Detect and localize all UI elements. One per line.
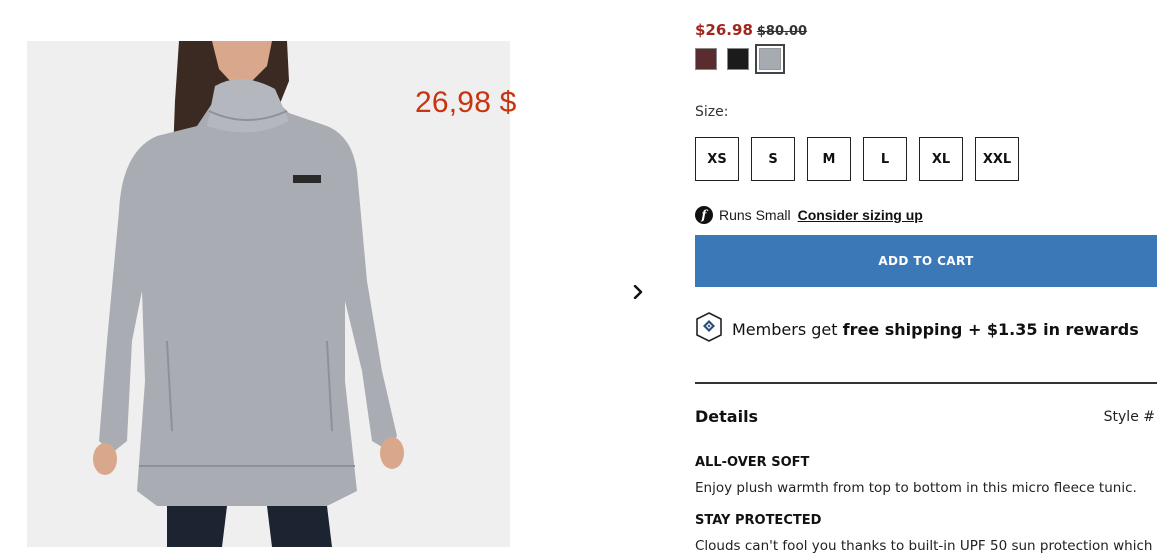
- size-s-button[interactable]: S: [751, 137, 795, 181]
- image-price-overlay: 26,98 $: [415, 86, 517, 119]
- size-label: Size:: [695, 104, 729, 120]
- sale-price: $26.98: [695, 21, 753, 39]
- fit-predictor: f Runs Small Consider sizing up: [695, 206, 923, 224]
- size-options: XS S M L XL XXL: [695, 137, 1019, 181]
- original-price: $80.00: [756, 24, 808, 39]
- feature-heading: STAY PROTECTED: [695, 513, 822, 528]
- product-page: 26,98 $ $26.98 $80.00 Size: XS S M L XL …: [0, 0, 1157, 559]
- style-number-label: Style #: [1103, 409, 1155, 425]
- members-prefix: Members get: [732, 319, 838, 339]
- rewards-badge-icon: [695, 312, 723, 346]
- details-heading[interactable]: Details: [695, 407, 758, 426]
- swatch-grey[interactable]: [755, 44, 785, 74]
- consider-sizing-up-link[interactable]: Consider sizing up: [798, 207, 923, 223]
- swatch-burgundy[interactable]: [695, 48, 717, 70]
- size-xl-button[interactable]: XL: [919, 137, 963, 181]
- fit-text: Runs Small: [719, 207, 791, 223]
- swatch-black[interactable]: [727, 48, 749, 70]
- divider: [695, 382, 1157, 384]
- feature-text: Clouds can't fool you thanks to built-in…: [695, 538, 1157, 554]
- color-swatches: [695, 44, 785, 74]
- size-l-button[interactable]: L: [863, 137, 907, 181]
- feature-text: Enjoy plush warmth from top to bottom in…: [695, 480, 1137, 496]
- chevron-right-icon[interactable]: [628, 281, 648, 303]
- price-row: $26.98 $80.00: [695, 21, 807, 39]
- members-benefit: free shipping + $1.35 in rewards: [842, 319, 1139, 339]
- product-info: $26.98 $80.00 Size: XS S M L XL XXL f Ru…: [695, 0, 1157, 559]
- fit-predictor-icon: f: [695, 206, 713, 224]
- size-xs-button[interactable]: XS: [695, 137, 739, 181]
- feature-heading: ALL-OVER SOFT: [695, 455, 810, 470]
- add-to-cart-button[interactable]: ADD TO CART: [695, 235, 1157, 287]
- members-rewards: Members get free shipping + $1.35 in rew…: [695, 312, 1139, 346]
- size-m-button[interactable]: M: [807, 137, 851, 181]
- size-xxl-button[interactable]: XXL: [975, 137, 1019, 181]
